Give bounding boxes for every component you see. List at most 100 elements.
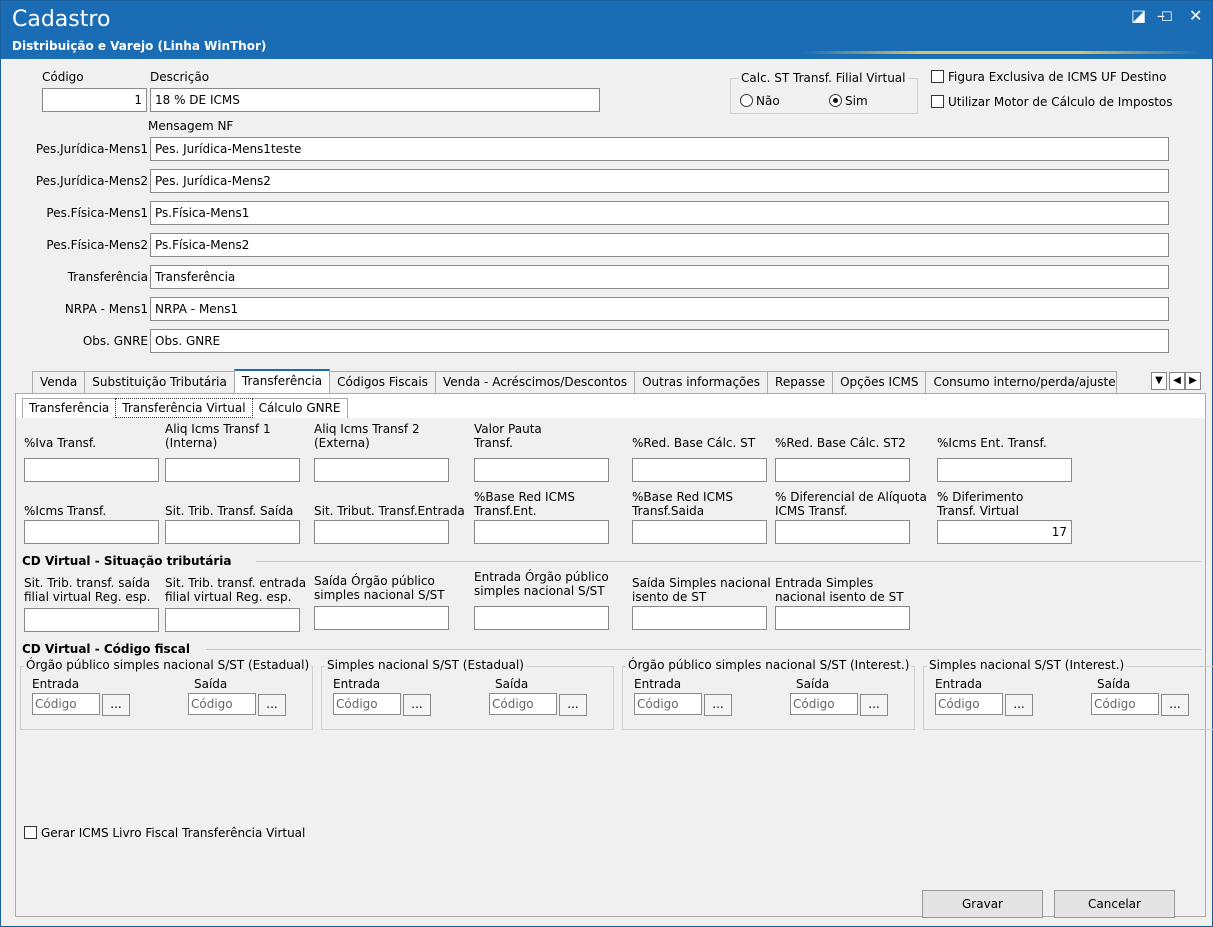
message-input[interactable]: Pes. Jurídica-Mens1teste (150, 137, 1169, 161)
mensagem-nf-label: Mensagem NF (148, 119, 234, 133)
cadastro-window: Cadastro Distribuição e Varejo (Linha Wi… (0, 0, 1213, 927)
lookup-button[interactable]: ... (1161, 694, 1189, 716)
tab-item[interactable]: Venda - Acréscimos/Descontos (435, 371, 636, 393)
cd-sit-f5-input[interactable] (632, 606, 767, 630)
tab-list-icon[interactable]: ▼ (1151, 372, 1167, 390)
message-input[interactable]: Obs. GNRE (150, 329, 1169, 353)
descricao-input[interactable]: 18 % DE ICMS (150, 88, 600, 112)
redbase2-input[interactable] (775, 458, 910, 482)
diferencial-input[interactable] (775, 520, 910, 544)
message-label: Pes.Física-Mens1 (46, 206, 148, 220)
entrada-codigo-input[interactable]: Código (935, 693, 1003, 715)
cd-sit-f4-label: Entrada Órgão público simples nacional S… (474, 570, 609, 598)
section-divider (206, 649, 1201, 650)
redbase1-input[interactable] (632, 458, 767, 482)
message-label: NRPA - Mens1 (64, 302, 148, 316)
tab-item[interactable]: Venda (32, 371, 86, 393)
icmsent-input[interactable] (937, 458, 1072, 482)
cd-sit-f6-label: Entrada Simples nacional isento de ST (775, 576, 904, 604)
message-input[interactable]: Pes. Jurídica-Mens2 (150, 169, 1169, 193)
codigo-fiscal-group-title: Simples nacional S/ST (Estadual) (325, 658, 526, 672)
maximize-icon[interactable]: ☐ (1161, 9, 1173, 27)
tab-item[interactable]: Repasse (767, 371, 834, 393)
gerar-icms-checkbox[interactable] (24, 826, 37, 839)
cd-sit-f4-input[interactable] (474, 606, 609, 630)
codigo-fiscal-group-title: Simples nacional S/ST (Interest.) (927, 658, 1127, 672)
subtab-item[interactable]: Cálculo GNRE (251, 398, 348, 418)
tab-item[interactable]: Consumo interno/perda/ajuste (925, 371, 1118, 393)
tab-item[interactable]: Transferência (233, 369, 331, 393)
lookup-button[interactable]: ... (1005, 694, 1033, 716)
cd-sit-f2-label: Sit. Trib. transf. entrada filial virtua… (165, 576, 307, 604)
diferimento-input[interactable]: 17 (937, 520, 1072, 544)
aliq1-input[interactable] (165, 458, 300, 482)
saida-codigo-input[interactable]: Código (188, 693, 256, 715)
radio-sim[interactable] (829, 94, 842, 107)
tab-scroll-right-icon[interactable]: ▶ (1185, 372, 1201, 390)
message-input[interactable]: Transferência (150, 265, 1169, 289)
lookup-button[interactable]: ... (860, 694, 888, 716)
lookup-button[interactable]: ... (102, 694, 130, 716)
cd-sit-f3-label: Saída Órgão público simples nacional S/S… (314, 574, 445, 602)
icmsent-label: %Icms Ent. Transf. (937, 436, 1047, 450)
cd-sit-f1-input[interactable] (24, 608, 159, 632)
lookup-button[interactable]: ... (704, 694, 732, 716)
window-subtitle: Distribuição e Varejo (Linha WinThor) (12, 39, 267, 53)
radio-sim-label: Sim (845, 94, 868, 108)
cd-sit-f3-input[interactable] (314, 606, 449, 630)
restore-icon[interactable]: ◪ (1131, 7, 1146, 25)
cancel-button[interactable]: Cancelar (1054, 890, 1175, 918)
title-bar[interactable]: Cadastro Distribuição e Varejo (Linha Wi… (1, 1, 1212, 59)
tab-item[interactable]: Códigos Fiscais (329, 371, 436, 393)
subtab-item[interactable]: Transferência Virtual (115, 398, 253, 418)
entrada-label: Entrada (32, 677, 80, 691)
tab-item[interactable]: Outras informações (634, 371, 769, 393)
entrada-codigo-input[interactable]: Código (32, 693, 100, 715)
figura-exclusiva-checkbox[interactable] (931, 70, 944, 83)
message-label: Obs. GNRE (82, 334, 148, 348)
save-button[interactable]: Gravar (922, 890, 1043, 918)
close-icon[interactable]: ✕ (1189, 7, 1202, 25)
entrada-codigo-input[interactable]: Código (333, 693, 401, 715)
lookup-button[interactable]: ... (258, 694, 286, 716)
iva-label: %Iva Transf. (24, 436, 97, 450)
saida-label: Saída (495, 677, 529, 691)
base-red-ent-label: %Base Red ICMS Transf.Ent. (474, 490, 575, 518)
message-input[interactable]: Ps.Física-Mens1 (150, 201, 1169, 225)
diferencial-label: % Diferencial de Alíquota ICMS Transf. (775, 490, 927, 518)
aliq2-input[interactable] (314, 458, 449, 482)
descricao-label: Descrição (150, 70, 210, 84)
motor-calculo-checkbox[interactable] (931, 95, 944, 108)
saida-codigo-input[interactable]: Código (790, 693, 858, 715)
tab-item[interactable]: Substituição Tributária (84, 371, 235, 393)
entrada-codigo-input[interactable]: Código (634, 693, 702, 715)
cd-sit-f6-input[interactable] (775, 606, 910, 630)
radio-nao[interactable] (740, 94, 753, 107)
base-red-saida-input[interactable] (632, 520, 767, 544)
message-input[interactable]: Ps.Física-Mens2 (150, 233, 1169, 257)
gerar-icms-label: Gerar ICMS Livro Fiscal Transferência Vi… (41, 826, 306, 840)
pauta-input[interactable] (474, 458, 609, 482)
lookup-button[interactable]: ... (403, 694, 431, 716)
saida-codigo-input[interactable]: Código (489, 693, 557, 715)
message-label: Pes.Jurídica-Mens2 (35, 174, 148, 188)
redbase2-label: %Red. Base Cálc. ST2 (775, 436, 906, 450)
subtab-item[interactable]: Transferência (22, 398, 117, 418)
main-tabs: Venda Substituição Tributária Transferênci… (32, 369, 1118, 393)
iva-input[interactable] (24, 458, 159, 482)
diferimento-label: % Diferimento Transf. Virtual (937, 490, 1024, 518)
saida-codigo-input[interactable]: Código (1091, 693, 1159, 715)
tab-scroll-left-icon[interactable]: ◀ (1169, 372, 1185, 390)
base-red-ent-input[interactable] (474, 520, 609, 544)
icms-input[interactable] (24, 520, 159, 544)
sit-entrada-input[interactable] (314, 520, 449, 544)
sit-saida-input[interactable] (165, 520, 300, 544)
tab-item[interactable]: Opções ICMS (832, 371, 927, 393)
cd-sit-f2-input[interactable] (165, 608, 300, 632)
codigo-input[interactable]: 1 (42, 88, 147, 112)
codigo-fiscal-group-title: Órgão público simples nacional S/ST (Est… (24, 658, 312, 672)
lookup-button[interactable]: ... (559, 694, 587, 716)
sit-saida-label: Sit. Trib. Transf. Saída (165, 504, 294, 518)
message-input[interactable]: NRPA - Mens1 (150, 297, 1169, 321)
codigo-label: Código (42, 70, 84, 84)
